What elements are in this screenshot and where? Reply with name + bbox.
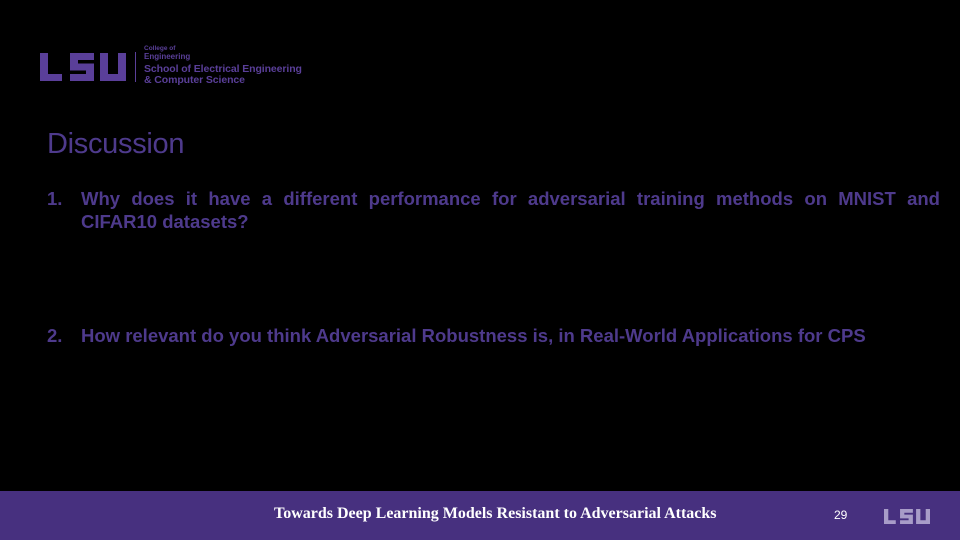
question-item: 2. How relevant do you think Adversarial…: [47, 324, 940, 347]
footer-lsu-logo-icon: [884, 509, 930, 524]
question-number: 1.: [47, 188, 63, 209]
lsu-logo-icon: [40, 53, 126, 81]
college-logo: College of Engineering School of Electri…: [40, 44, 302, 90]
slide: College of Engineering School of Electri…: [0, 0, 960, 540]
logo-computer-science: & Computer Science: [144, 73, 245, 86]
logo-engineering: Engineering: [144, 52, 191, 62]
question-text: How relevant do you think Adversarial Ro…: [81, 325, 866, 346]
slide-title: Discussion: [47, 128, 185, 160]
logo-text: College of Engineering School of Electri…: [144, 46, 302, 86]
question-item: 1. Why does it have a different performa…: [47, 187, 940, 233]
question-text: Why does it have a different performance…: [81, 188, 940, 232]
logo-divider: [135, 52, 136, 82]
footer-presentation-title: Towards Deep Learning Models Resistant t…: [274, 505, 717, 522]
page-number: 29: [834, 508, 848, 522]
question-number: 2.: [47, 325, 63, 346]
footer-bar: Towards Deep Learning Models Resistant t…: [0, 491, 960, 540]
logo-school-name: School of Electrical Engineering: [144, 62, 302, 75]
